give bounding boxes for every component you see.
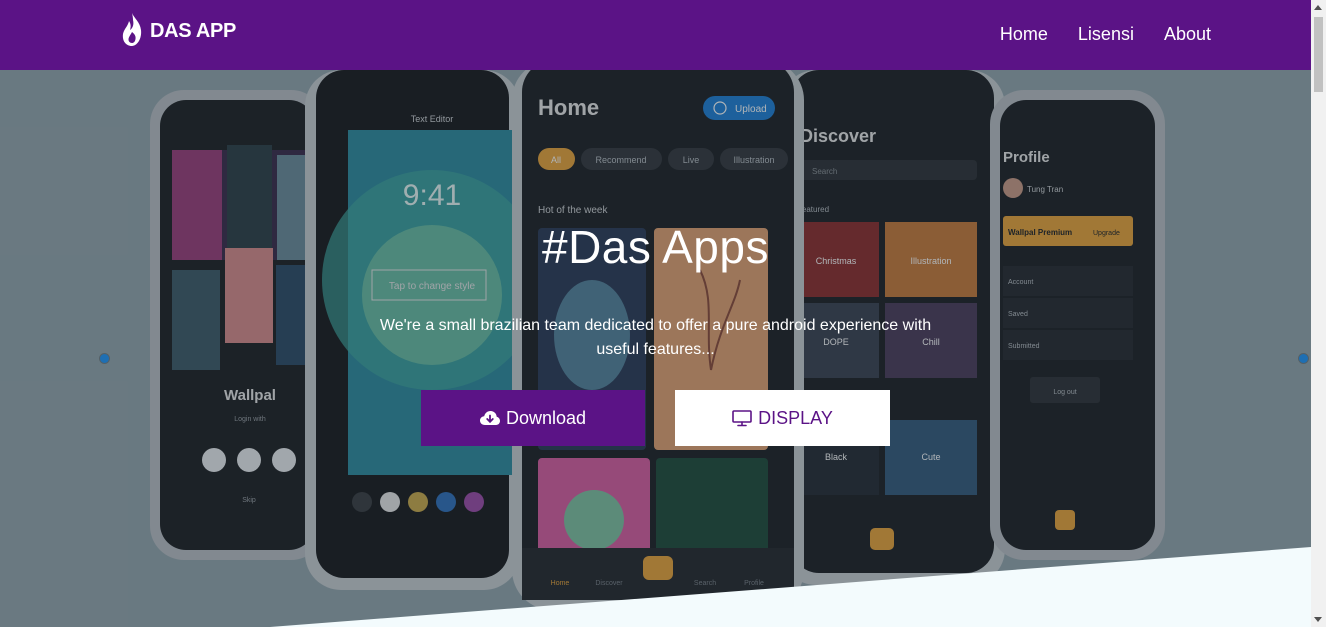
cloud-download-icon [479,410,500,426]
scroll-thumb[interactable] [1314,17,1323,92]
nav-link-home[interactable]: Home [1000,24,1048,45]
nav-link-lisensi[interactable]: Lisensi [1078,24,1134,45]
hero-wave-divider [270,547,1311,627]
navbar: DAS APP Home Lisensi About [0,0,1311,70]
monitor-icon [732,409,752,427]
scroll-down-icon[interactable] [1314,617,1322,622]
hero-title: #Das Apps [542,221,769,273]
brand-logo[interactable]: DAS APP [120,12,236,48]
nav-link-about[interactable]: About [1164,24,1211,45]
display-button[interactable]: DISPLAY [675,390,890,446]
download-button-label: Download [505,407,587,428]
hero-section: Wallpal Login with Skip Text Editor 9:41… [0,70,1311,627]
brand-name: DAS APP [150,19,237,42]
nav-menu: Home Lisensi About [1000,24,1211,45]
hero-subtitle: We're a small brazilian team dedicated t… [379,317,932,358]
carousel-dot-right[interactable] [1299,354,1308,363]
carousel-dot-left[interactable] [100,354,109,363]
page-scrollbar[interactable] [1311,0,1326,627]
display-button-label: DISPLAY [758,407,833,428]
flame-icon [120,12,144,48]
download-button[interactable]: Download [421,390,645,446]
scroll-up-icon[interactable] [1314,5,1322,10]
